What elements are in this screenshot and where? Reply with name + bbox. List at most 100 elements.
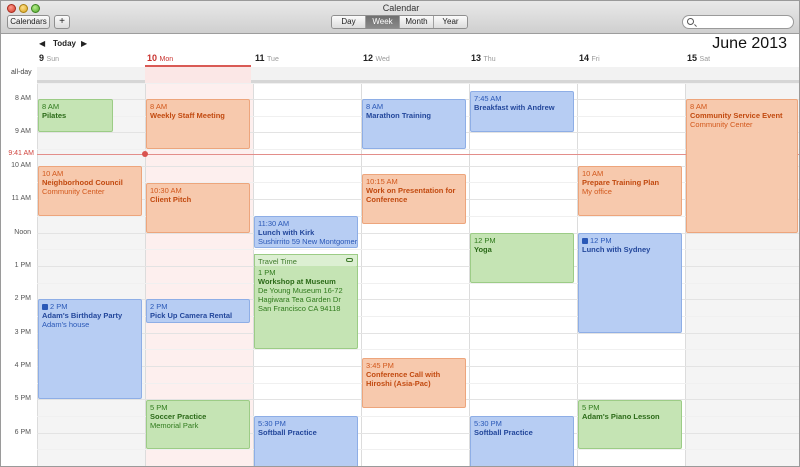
event-title: Adam's Birthday Party [42,311,123,320]
event-title: Marathon Training [366,111,432,120]
event-time: 10:15 AM [366,177,398,186]
day-number: 10 [147,53,158,63]
day-name: Fri [591,56,600,63]
event-title: Softball Practice [474,428,533,437]
hour-label: 11 AM [11,195,31,202]
title-bar: Calendar Calendars + Day Week Month Year [1,1,799,34]
day-header-sun[interactable]: 9 Sun [39,53,59,66]
event-time: 12 PM [474,236,496,245]
event-title: Adam's Piano Lesson [582,412,660,421]
hour-label: 4 PM [14,362,31,369]
event-lunch-with-kirk[interactable]: 11:30 AM Lunch with Kirk Sushirrito 59 N… [254,216,358,248]
day-name: Tue [267,56,279,63]
view-day-button[interactable]: Day [332,16,366,28]
day-header-wed[interactable]: 12 Wed [363,53,390,66]
facebook-icon [582,238,588,244]
event-time: 3:45 PM [366,361,394,370]
event-title: Pick Up Camera Rental [150,311,233,320]
grid-line [37,233,799,234]
event-location: Sushirrito 59 New Montgomery... [258,237,358,246]
travel-time-label: Travel Time [258,257,297,266]
month-title: June 2013 [712,35,787,52]
day-number: 12 [363,53,374,63]
view-switcher: Day Week Month Year [331,15,468,29]
day-number: 15 [687,53,698,63]
event-conference-call[interactable]: 3:45 PM Conference Call with Hiroshi (As… [362,358,466,408]
event-location: Community Center [42,187,105,196]
view-year-button[interactable]: Year [434,16,467,28]
all-day-label: all-day [11,69,32,76]
calendars-button[interactable]: Calendars [7,15,50,29]
day-header-thu[interactable]: 13 Thu [471,53,496,66]
event-time: 5 PM [150,403,168,412]
day-header-sat[interactable]: 15 Sat [687,53,710,66]
event-time: 8 AM [150,102,168,111]
event-location: De Young Museum 16-72 Hagiwara Tea Garde… [258,286,343,313]
hour-label: 6 PM [14,429,31,436]
event-time: 8 AM [366,102,384,111]
day-name: Sun [46,56,59,63]
facebook-icon [42,304,48,310]
event-time: 1 PM [258,268,276,277]
search-input[interactable] [682,15,794,29]
event-time: 5 PM [582,403,600,412]
event-client-pitch[interactable]: 10:30 AM Client Pitch [146,183,250,233]
hour-label: 10 AM [11,162,31,169]
next-week-button[interactable]: ▶ [81,39,87,51]
event-weekly-staff-meeting[interactable]: 8 AM Weekly Staff Meeting [146,99,250,149]
event-workshop-at-museum[interactable]: 1 PM Workshop at Museum De Young Museum … [254,266,358,349]
hour-label: 8 AM [15,95,31,102]
hour-label: 2 PM [14,295,31,302]
day-name: Thu [483,56,496,63]
event-pilates[interactable]: 8 AM Pilates [38,99,113,132]
grid-line [37,333,799,334]
hour-label: 3 PM [14,329,31,336]
window-title: Calendar [382,3,420,13]
view-week-button[interactable]: Week [366,16,400,28]
event-time: 12 PM [590,236,612,245]
event-title: Neighborhood Council [42,178,123,187]
event-piano-lesson[interactable]: 5 PM Adam's Piano Lesson [578,400,682,449]
event-yoga[interactable]: 12 PM Yoga [470,233,574,283]
add-event-button[interactable]: + [54,15,70,29]
car-icon [346,258,353,262]
event-work-on-presentation[interactable]: 10:15 AM Work on Presentation for Confer… [362,174,466,224]
event-pick-up-camera-rental[interactable]: 2 PM Pick Up Camera Rental [146,299,250,323]
event-time: 8 AM [42,102,60,111]
day-number: 13 [471,53,482,63]
event-title: Lunch with Sydney [582,245,651,254]
day-header-tue[interactable]: 11 Tue [255,53,279,66]
event-softball-practice-tue[interactable]: 5:30 PM Softball Practice [254,416,358,466]
day-header-fri[interactable]: 14 Fri [579,53,600,66]
today-button[interactable]: Today [53,39,76,51]
event-title: Lunch with Kirk [258,228,315,237]
hour-label: 9 AM [15,128,31,135]
day-column-sun[interactable] [37,83,145,466]
grid-line [37,266,799,267]
day-name: Wed [375,56,390,63]
event-soccer-practice[interactable]: 5 PM Soccer Practice Memorial Park [146,400,250,449]
event-time: 10 AM [42,169,64,178]
day-number: 9 [39,53,45,63]
event-softball-practice-thu[interactable]: 5:30 PM Softball Practice [470,416,574,466]
event-time: 10:30 AM [150,186,182,195]
view-month-button[interactable]: Month [400,16,434,28]
event-neighborhood-council[interactable]: 10 AM Neighborhood Council Community Cen… [38,166,142,216]
event-breakfast-with-andrew[interactable]: 7:45 AM Breakfast with Andrew [470,91,574,132]
event-birthday-party[interactable]: 2 PM Adam's Birthday Party Adam's house [38,299,142,399]
event-marathon-training[interactable]: 8 AM Marathon Training [362,99,466,149]
previous-week-button[interactable]: ◀ [39,39,45,51]
day-name: Mon [159,56,174,63]
hour-label: 1 PM [14,262,31,269]
grid-line [37,449,799,450]
event-lunch-with-sydney[interactable]: 12 PM Lunch with Sydney [578,233,682,333]
all-day-today-cell[interactable] [145,67,251,83]
event-location: My office [582,187,612,196]
event-community-service[interactable]: 8 AM Community Service Event Community C… [686,99,798,233]
event-title: Client Pitch [150,195,192,204]
event-prepare-training-plan[interactable]: 10 AM Prepare Training Plan My office [578,166,682,216]
day-name: Sat [699,56,711,63]
event-location: Community Center [690,120,753,129]
event-title: Yoga [474,245,492,254]
current-time-dot [142,151,148,157]
